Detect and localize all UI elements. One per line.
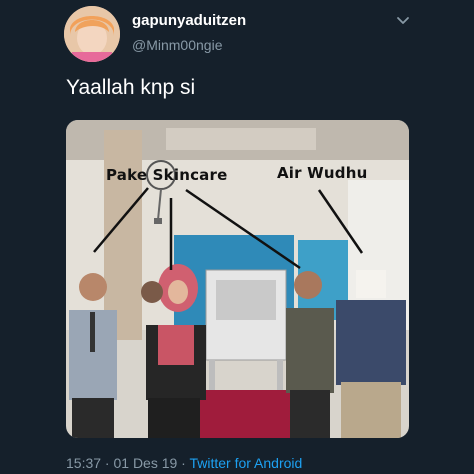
chevron-down-icon[interactable] <box>396 14 410 28</box>
avatar[interactable] <box>64 6 120 62</box>
display-name[interactable]: gapunyaduitzen <box>132 12 246 29</box>
tweet-text: Yaallah knp si <box>66 76 196 99</box>
tweet-source-link[interactable]: Twitter for Android <box>189 455 302 471</box>
user-handle[interactable]: @Minm00ngie <box>132 37 222 53</box>
tweet-footer: 15:37 · 01 Des 19 · Twitter for Android <box>66 455 302 471</box>
avatar-image <box>64 6 120 62</box>
tweet-media-photo[interactable]: Pake Skincare Air Wudhu <box>66 120 409 438</box>
tweet-timestamp[interactable]: 15:37 · 01 Des 19 · <box>66 455 189 471</box>
photo-caption-right: Air Wudhu <box>277 164 368 182</box>
photo-caption-left: Pake Skincare <box>106 166 228 184</box>
